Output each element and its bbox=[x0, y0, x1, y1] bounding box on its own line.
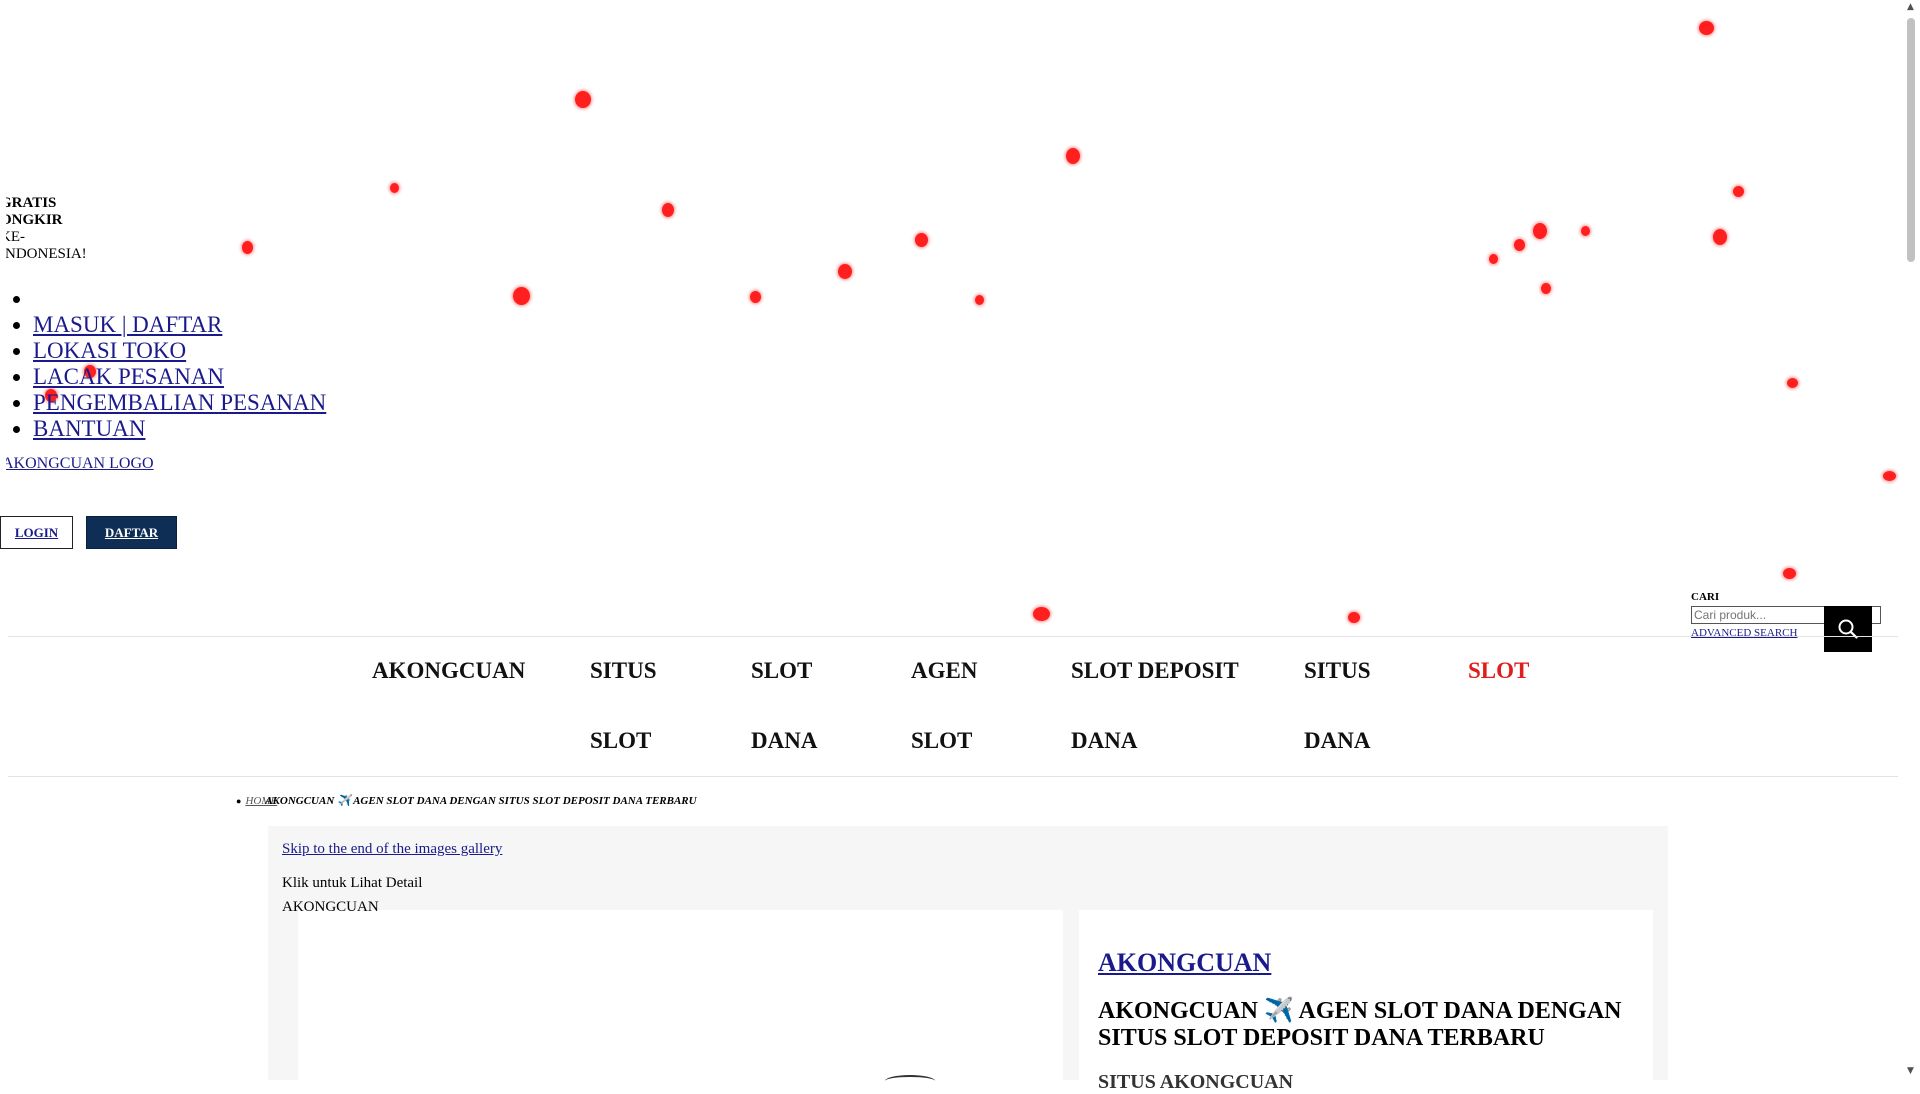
page-scrollbar[interactable]: ▲ ▼ bbox=[1903, 0, 1920, 1080]
decorative-dot bbox=[242, 241, 253, 254]
breadcrumb-current: AKONGCUAN ✈️ AGEN SLOT DANA DENGAN SITUS… bbox=[265, 795, 697, 807]
register-button[interactable]: DAFTAR bbox=[86, 516, 177, 549]
scroll-down-arrow-icon[interactable]: ▼ bbox=[1907, 1066, 1914, 1076]
top-nav-item-store-location[interactable]: LOKASI TOKO bbox=[33, 338, 326, 364]
product-subtitle: SITUS AKONGCUAN bbox=[1098, 1071, 1294, 1093]
advanced-search-link[interactable]: ADVANCED SEARCH bbox=[1691, 627, 1797, 639]
decorative-dot bbox=[1033, 607, 1050, 621]
decorative-dot bbox=[750, 291, 761, 303]
breadcrumb: ● HOMEAKONGCUAN ✈️ AGEN SLOT DANA DENGAN … bbox=[236, 794, 697, 807]
product-info-card bbox=[1079, 910, 1653, 1080]
logo-alt-text: AKONGCUAN LOGO bbox=[6, 455, 154, 472]
help-link[interactable]: BANTUAN bbox=[33, 416, 145, 441]
decorative-dot bbox=[838, 264, 852, 279]
login-button[interactable]: LOGIN bbox=[0, 516, 73, 549]
decorative-dot bbox=[1883, 471, 1896, 481]
login-register-link[interactable]: MASUK | DAFTAR bbox=[33, 312, 222, 337]
product-image-panel[interactable] bbox=[298, 910, 1063, 1080]
free-shipping-promo: GRATIS ONGKIR KE- INDONESIA! bbox=[6, 195, 96, 263]
site-logo-link[interactable]: AKONGCUAN LOGO bbox=[6, 455, 186, 473]
decorative-dot bbox=[915, 233, 928, 247]
top-nav-item-empty bbox=[33, 286, 326, 312]
nav-divider-bottom bbox=[8, 776, 1898, 777]
product-image-partial bbox=[885, 1075, 935, 1087]
decorative-dot bbox=[1066, 148, 1080, 164]
decorative-dot bbox=[1348, 612, 1360, 623]
scrollbar-thumb[interactable] bbox=[1907, 18, 1915, 262]
search-label: CARI bbox=[1691, 591, 1720, 603]
decorative-dot bbox=[1787, 378, 1798, 388]
gallery-hint: Klik untuk Lihat Detail bbox=[282, 875, 423, 891]
top-nav-list: MASUK | DAFTAR LOKASI TOKO LACAK PESANAN… bbox=[0, 286, 326, 442]
decorative-dot bbox=[975, 295, 984, 305]
decorative-dot bbox=[662, 203, 674, 217]
product-brand-link[interactable]: AKONGCUAN bbox=[1098, 948, 1271, 978]
breadcrumb-bullet-icon: ● bbox=[236, 796, 242, 806]
top-nav-item-track-order[interactable]: LACAK PESANAN bbox=[33, 364, 326, 390]
decorative-dot bbox=[1713, 229, 1727, 245]
promo-line-4: INDONESIA! bbox=[6, 246, 87, 262]
main-nav-akongcuan[interactable]: AKONGCUAN bbox=[372, 636, 525, 706]
decorative-dot bbox=[1541, 283, 1551, 294]
main-nav-slot-dana[interactable]: SLOT DANA bbox=[751, 636, 817, 776]
decorative-dot bbox=[513, 287, 530, 305]
main-nav-slot-highlight[interactable]: SLOT bbox=[1468, 636, 1529, 706]
main-nav-situs-dana[interactable]: SITUS DANA bbox=[1304, 636, 1370, 776]
decorative-dot bbox=[1514, 239, 1525, 251]
decorative-dot bbox=[1783, 568, 1796, 579]
scroll-up-arrow-icon[interactable]: ▲ bbox=[1907, 2, 1914, 12]
store-location-link[interactable]: LOKASI TOKO bbox=[33, 338, 186, 363]
decorative-dot bbox=[1733, 186, 1744, 197]
decorative-dot bbox=[1581, 226, 1590, 236]
top-nav-item-help[interactable]: BANTUAN bbox=[33, 416, 326, 442]
decorative-dot bbox=[1533, 223, 1547, 239]
promo-line-1: GRATIS bbox=[6, 195, 57, 211]
promo-line-2: ONGKIR bbox=[6, 212, 63, 228]
skip-gallery-link[interactable]: Skip to the end of the images gallery bbox=[282, 841, 502, 858]
decorative-dot bbox=[1489, 254, 1498, 264]
returns-link[interactable]: PENGEMBALIAN PESANAN bbox=[33, 390, 326, 415]
main-nav-situs-slot[interactable]: SITUS SLOT bbox=[590, 636, 656, 776]
product-image-alt: AKONGCUAN bbox=[282, 899, 379, 915]
track-order-link[interactable]: LACAK PESANAN bbox=[33, 364, 224, 389]
decorative-dot bbox=[575, 91, 591, 108]
top-nav-item-returns[interactable]: PENGEMBALIAN PESANAN bbox=[33, 390, 326, 416]
top-nav-item-login-register[interactable]: MASUK | DAFTAR bbox=[33, 312, 326, 338]
product-title: AKONGCUAN ✈️ AGEN SLOT DANA DENGAN SITUS… bbox=[1098, 998, 1622, 1051]
search-button[interactable] bbox=[1824, 606, 1872, 652]
decorative-dot bbox=[1699, 21, 1714, 35]
main-nav-slot-deposit-dana[interactable]: SLOT DEPOSIT DANA bbox=[1071, 636, 1239, 776]
promo-line-3: KE- bbox=[6, 229, 25, 245]
main-nav-agen-slot[interactable]: AGEN SLOT bbox=[911, 636, 977, 776]
decorative-dot bbox=[390, 183, 399, 193]
